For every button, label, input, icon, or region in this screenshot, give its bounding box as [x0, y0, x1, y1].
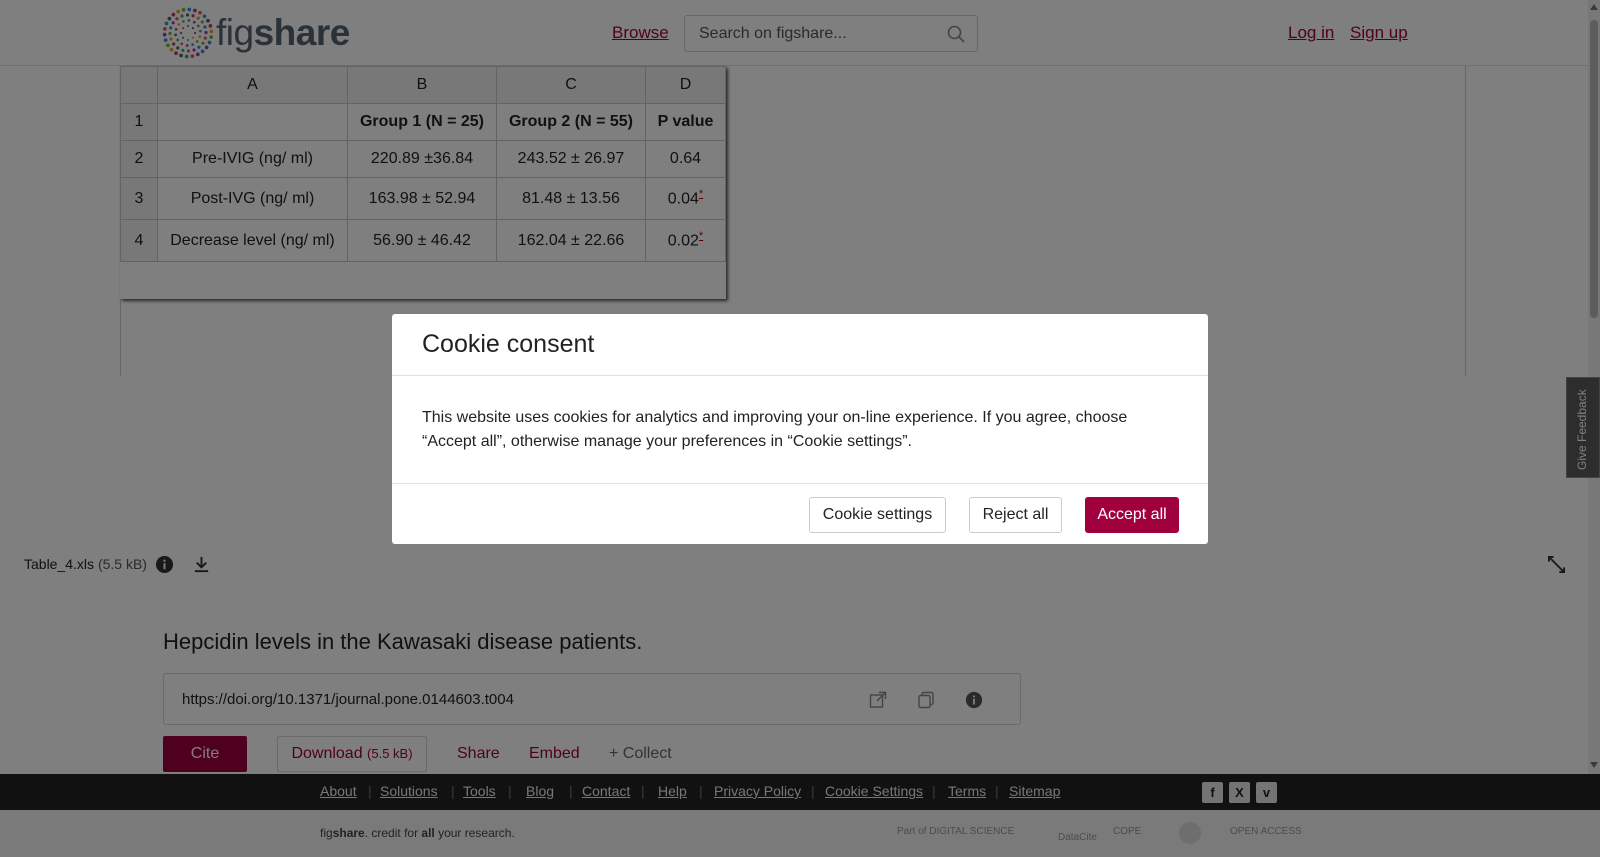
- accept-all-button[interactable]: Accept all: [1085, 497, 1179, 533]
- cookie-consent-dialog: Cookie consent This website uses cookies…: [392, 314, 1208, 544]
- cookie-consent-text: This website uses cookies for analytics …: [422, 409, 1128, 450]
- reject-all-button[interactable]: Reject all: [969, 497, 1062, 533]
- cookie-settings-button[interactable]: Cookie settings: [809, 497, 946, 533]
- cookie-consent-title: Cookie consent: [422, 330, 595, 358]
- divider: [392, 483, 1208, 484]
- divider: [392, 375, 1208, 376]
